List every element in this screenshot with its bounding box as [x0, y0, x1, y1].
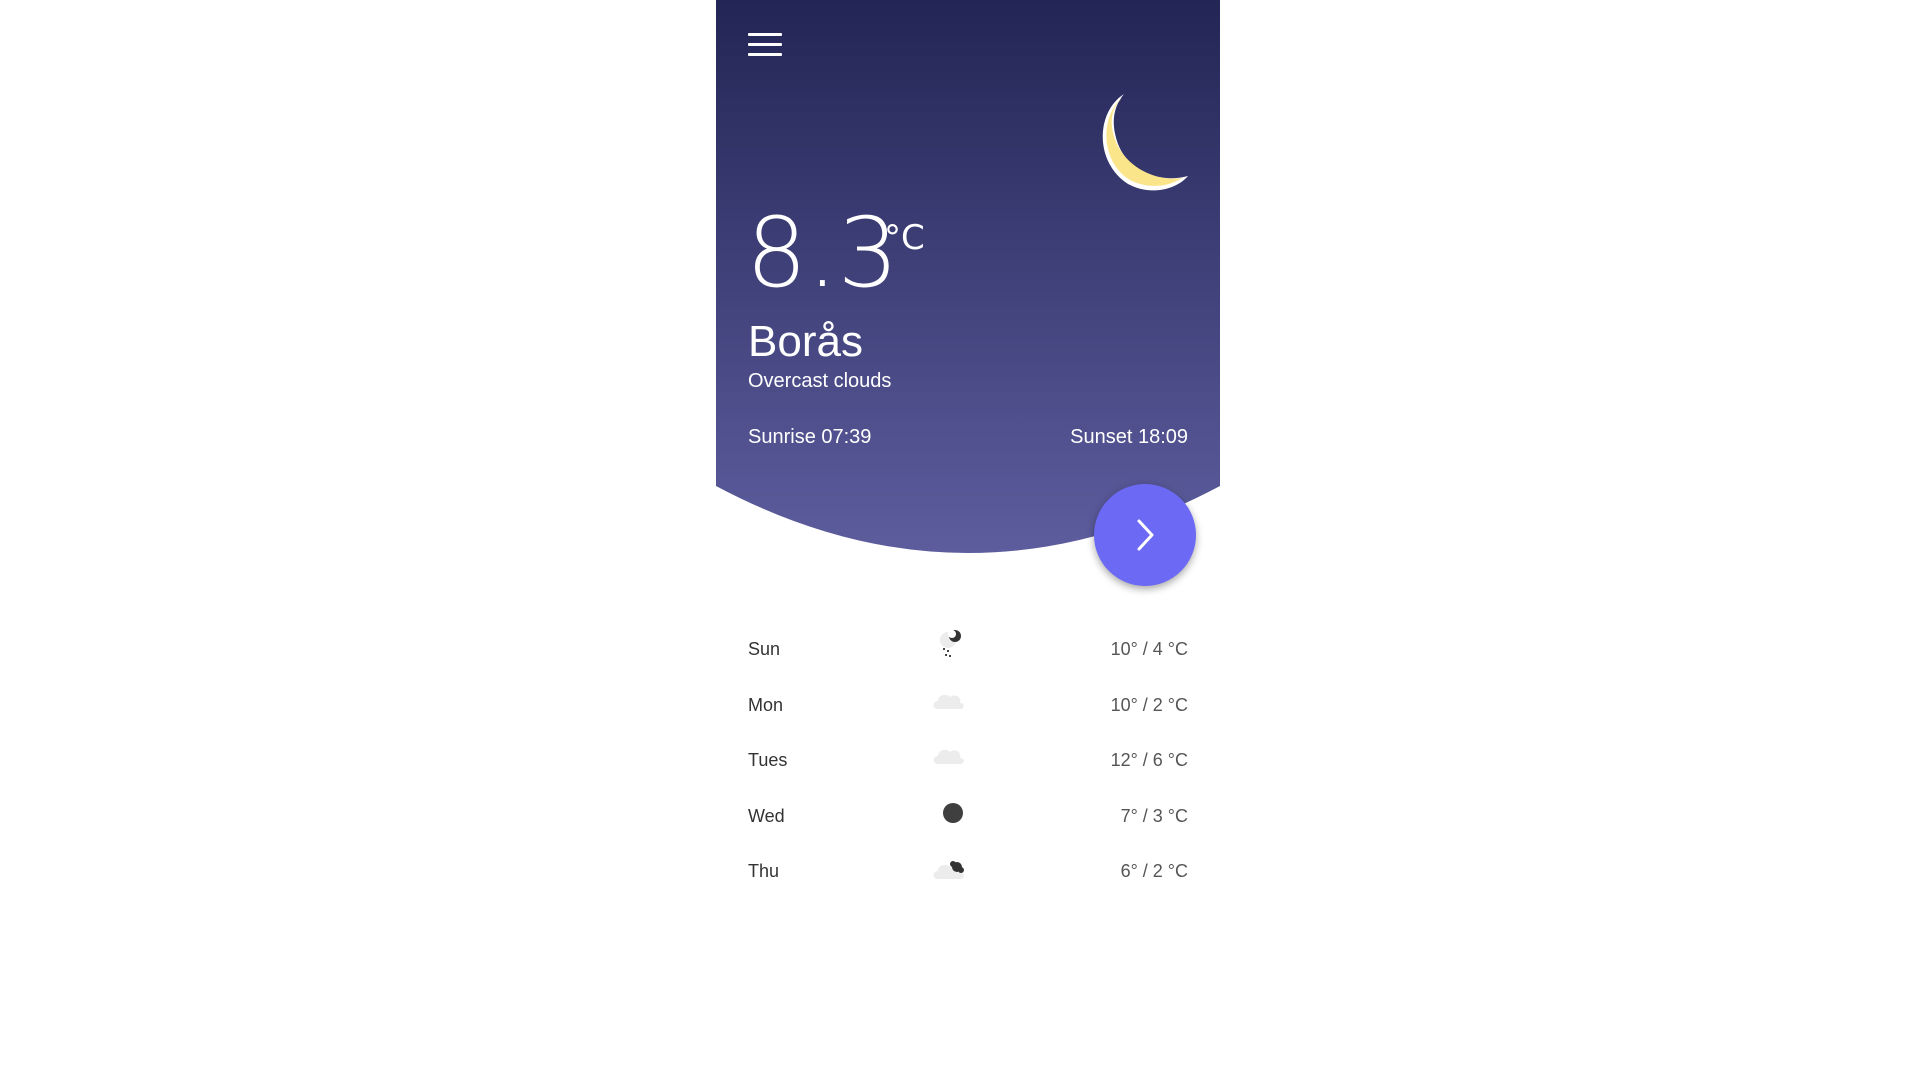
forecast-row: Thu 6° / 2 °C	[748, 848, 1188, 904]
cloud-icon	[933, 749, 964, 764]
current-temperature: 8.3	[746, 197, 899, 309]
forecast-day: Thu	[748, 861, 780, 881]
forecast-row: Sun 10° / 4 °C	[748, 626, 1188, 682]
forecast-temperature-range: 12° / 6 °C	[1110, 750, 1188, 770]
hamburger-menu-icon[interactable]	[748, 33, 782, 57]
forecast-temperature-range: 7° / 3 °C	[1120, 805, 1188, 826]
crescent-moon-icon	[1102, 94, 1188, 191]
city-name: Borås	[748, 317, 863, 366]
chevron-right-icon	[1137, 519, 1154, 551]
weather-app: 8.3 °C Borås Overcast clouds Sunrise 07:…	[716, 0, 1220, 1080]
forecast-day: Sun	[748, 639, 781, 659]
rain-night-icon	[940, 630, 961, 657]
next-button[interactable]	[1094, 484, 1196, 586]
forecast-row: Wed 7° / 3 °C	[748, 793, 1188, 849]
forecast-day: Tues	[748, 750, 788, 770]
forecast-row: Tues 12° / 6 °C	[748, 737, 1188, 793]
sunrise-time: Sunrise 07:39	[748, 426, 872, 448]
sunset-time: Sunset 18:09	[1070, 426, 1188, 448]
cloud-icon	[933, 694, 964, 709]
forecast-temperature-range: 10° / 2 °C	[1110, 694, 1188, 715]
forecast-day: Wed	[748, 805, 785, 826]
forecast-list: Sun 10° / 4 °C Mon 10° / 2 °C Tues 12° /…	[748, 626, 1188, 904]
forecast-temperature-range: 6° / 2 °C	[1120, 861, 1188, 881]
moon-icon	[943, 802, 963, 823]
temperature-unit: °C	[884, 218, 925, 258]
forecast-temperature-range: 10° / 4 °C	[1110, 639, 1188, 659]
weather-condition: Overcast clouds	[748, 370, 892, 392]
forecast-row: Mon 10° / 2 °C	[748, 682, 1188, 738]
current-weather-panel: 8.3 °C Borås Overcast clouds Sunrise 07:…	[716, 0, 1220, 556]
cloud-moon-icon	[933, 861, 964, 879]
forecast-day: Mon	[748, 694, 784, 715]
